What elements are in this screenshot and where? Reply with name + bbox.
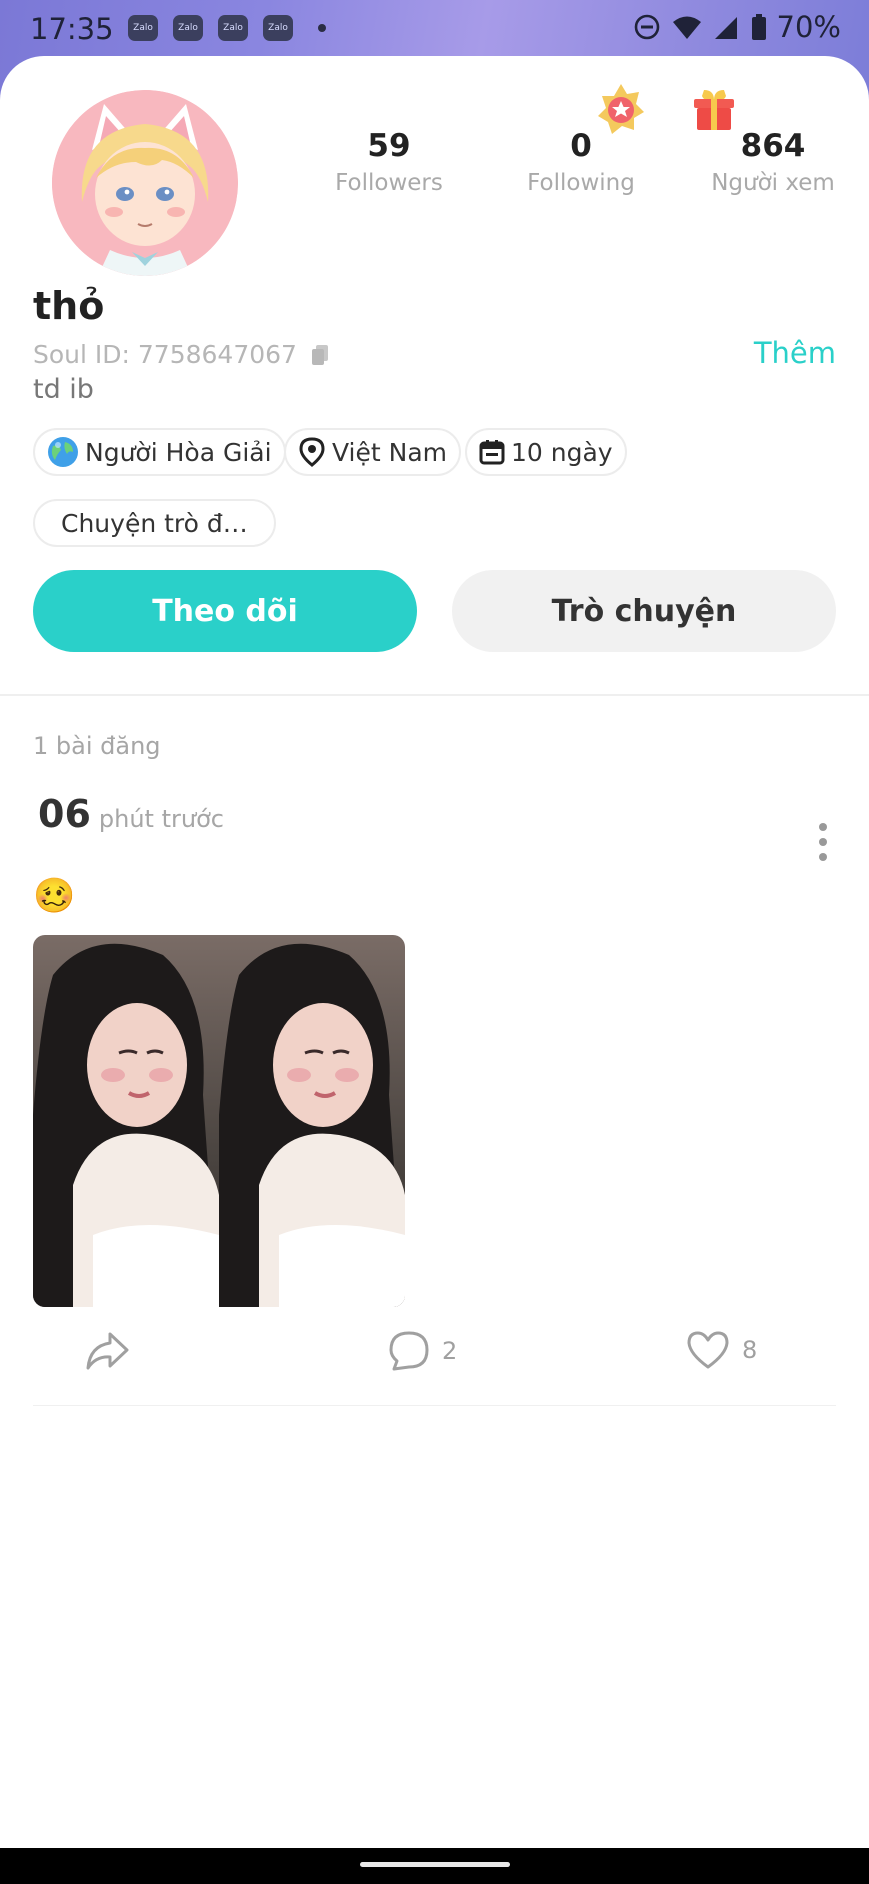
globe-icon <box>48 437 78 467</box>
post-time-unit: phút trước <box>98 805 224 833</box>
comment-button[interactable]: 2 <box>388 1330 457 1372</box>
photo-half-left <box>33 935 219 1307</box>
home-indicator[interactable] <box>360 1862 510 1867</box>
status-icons: 70% <box>633 10 841 44</box>
comment-count: 2 <box>442 1337 458 1365</box>
stat-followers[interactable]: 59 Followers <box>309 128 469 196</box>
tag-location-label: Việt Nam <box>332 437 448 467</box>
tag-role[interactable]: Người Hòa Giải <box>33 428 286 476</box>
stat-viewers[interactable]: 864 Người xem <box>693 128 853 196</box>
navigation-bar <box>0 1848 869 1884</box>
tag-interest[interactable]: Chuyện trò đ… <box>33 499 276 547</box>
like-count: 8 <box>742 1336 758 1364</box>
post-timestamp: 06 phút trước <box>38 792 224 836</box>
post-time-value: 06 <box>38 792 91 836</box>
tag-interest-label: Chuyện trò đ… <box>61 508 248 538</box>
stat-following[interactable]: 0 Following <box>501 128 661 196</box>
heart-icon <box>687 1331 729 1369</box>
username: thỏ <box>33 284 105 328</box>
post-divider <box>33 1405 836 1406</box>
post-text: 🥴 <box>33 876 76 916</box>
comment-icon <box>389 1331 429 1371</box>
photo-content <box>33 935 405 1307</box>
bio: td ib <box>33 374 94 405</box>
tag-joined[interactable]: 10 ngày <box>465 428 627 476</box>
copy-icon[interactable] <box>311 344 329 366</box>
cell-signal-icon <box>714 17 737 39</box>
zalo-notification-icon: Zalo <box>173 15 203 41</box>
viewers-count: 864 <box>740 128 806 164</box>
battery-percent: 70% <box>776 10 841 44</box>
like-button[interactable]: 8 <box>686 1330 757 1370</box>
calendar-icon <box>479 440 505 465</box>
photo-half-right <box>219 935 405 1307</box>
avatar[interactable] <box>52 90 238 276</box>
follow-button[interactable]: Theo dõi <box>33 570 417 652</box>
do-not-disturb-icon <box>634 14 659 40</box>
battery-icon <box>751 14 766 40</box>
status-time: 17:35 <box>30 12 114 46</box>
zalo-notification-icon: Zalo <box>263 15 293 41</box>
profile-card: 59 Followers 0 Following 864 Người xem t… <box>0 56 869 1884</box>
soul-id: Soul ID: 7758647067 <box>33 340 297 369</box>
status-bar: 17:35 Zalo Zalo Zalo Zalo 70% <box>0 0 869 58</box>
soul-id-row: Soul ID: 7758647067 <box>33 340 329 369</box>
share-icon <box>86 1332 129 1370</box>
followers-count: 59 <box>367 128 411 164</box>
tag-role-label: Người Hòa Giải <box>85 437 272 467</box>
avatar-illustration <box>52 90 238 276</box>
followers-label: Followers <box>335 170 443 196</box>
location-pin-icon <box>299 437 325 467</box>
post-photo[interactable] <box>33 935 405 1307</box>
more-notifications-dot <box>318 24 326 32</box>
tag-joined-label: 10 ngày <box>511 437 613 467</box>
tag-location[interactable]: Việt Nam <box>284 428 462 476</box>
more-link[interactable]: Thêm <box>754 336 836 370</box>
share-button[interactable] <box>84 1330 130 1372</box>
following-label: Following <box>527 170 635 196</box>
post-count: 1 bài đăng <box>33 732 161 760</box>
gift-icon[interactable] <box>690 84 738 132</box>
zalo-notification-icon: Zalo <box>128 15 158 41</box>
following-count: 0 <box>570 128 592 164</box>
section-divider <box>0 694 869 696</box>
wifi-icon <box>672 16 701 39</box>
zalo-notification-icon: Zalo <box>218 15 248 41</box>
chat-button[interactable]: Trò chuyện <box>452 570 836 652</box>
more-options-icon[interactable] <box>818 822 828 862</box>
viewers-label: Người xem <box>711 170 835 196</box>
